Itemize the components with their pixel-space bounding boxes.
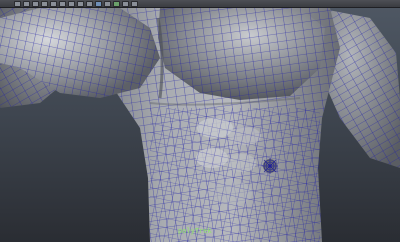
shelf-tool-icon[interactable] <box>32 0 39 7</box>
shelf-tool-icon[interactable] <box>131 0 138 7</box>
shelf-tool-icon[interactable] <box>68 0 75 7</box>
shelf-toolbar <box>0 0 400 8</box>
shelf-tool-icon[interactable] <box>59 0 66 7</box>
shelf-tool-icon[interactable] <box>77 0 84 7</box>
shelf-tool-icon[interactable] <box>50 0 57 7</box>
maya-window: polyTrek <box>0 0 400 242</box>
shelf-tool-icon[interactable] <box>95 0 102 7</box>
3d-viewport[interactable] <box>0 8 400 242</box>
navel-mesh <box>262 158 278 174</box>
model-render[interactable] <box>0 8 400 242</box>
object-name-label: polyTrek <box>178 227 212 235</box>
shelf-tool-icon[interactable] <box>104 0 111 7</box>
shelf-tool-icon[interactable] <box>14 0 21 7</box>
shelf-tool-icon[interactable] <box>23 0 30 7</box>
shelf-tool-icon[interactable] <box>86 0 93 7</box>
shelf-tool-icon[interactable] <box>41 0 48 7</box>
abdominal-mesh <box>150 108 320 242</box>
shelf-tool-icon[interactable] <box>113 0 120 7</box>
shelf-tool-icon[interactable] <box>122 0 129 7</box>
